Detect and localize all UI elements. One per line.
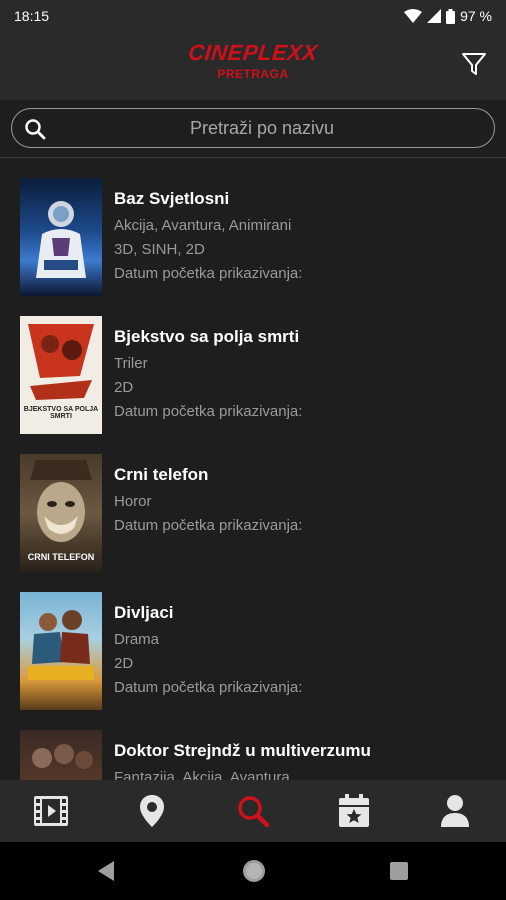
poster-art (36, 201, 86, 278)
movie-info: Crni telefon Horor Datum početka prikazi… (114, 464, 302, 538)
back-icon[interactable] (96, 860, 116, 882)
movie-formats: 2D (114, 655, 134, 672)
brand: CINEPLEXX PRETRAGA (0, 40, 506, 81)
movie-formats: 2D (114, 379, 134, 396)
movie-poster (20, 730, 102, 780)
status-bar: 18:15 97 % (0, 0, 506, 32)
user-icon (441, 795, 470, 827)
location-pin-icon (139, 795, 164, 827)
nav-profile[interactable] (405, 780, 506, 842)
cineplexx-logo: CINEPLEXX (187, 40, 319, 65)
movie-item[interactable]: Baz Svjetlosni Akcija, Avantura, Animira… (0, 158, 506, 296)
movie-poster: DIVLJACI (20, 592, 102, 710)
film-icon (33, 796, 68, 826)
movie-title: Bjekstvo sa polja smrti (114, 327, 300, 346)
wifi-icon (404, 9, 423, 23)
movie-genres: Fantazija, Akcija, Avantura (114, 769, 290, 780)
calendar-star-icon (339, 794, 370, 827)
poster-title: BJEKSTVO SA POLJA SMRTI (23, 406, 99, 420)
movie-item[interactable]: CRNI TELEFON Crni telefon Horor Datum po… (0, 434, 506, 572)
movie-title: Divljaci (114, 603, 174, 622)
battery-icon (446, 8, 456, 24)
poster-art (32, 744, 93, 769)
movie-genres: Akcija, Avantura, Animirani (114, 217, 292, 234)
movie-item[interactable]: Doktor Strejndž u multiverzumu Fantazija… (0, 710, 506, 780)
search-icon (25, 119, 46, 140)
status-time: 18:15 (14, 8, 50, 24)
movie-genres: Triler (114, 355, 148, 372)
movie-info: Doktor Strejndž u multiverzumu Fantazija… (114, 740, 371, 780)
movie-title: Crni telefon (114, 465, 209, 484)
movie-start-date: Datum početka prikazivanja: (114, 403, 303, 420)
movie-info: Baz Svjetlosni Akcija, Avantura, Animira… (114, 188, 302, 286)
nav-movies[interactable] (0, 780, 101, 842)
search-nav-icon (238, 796, 270, 828)
movie-info: Bjekstvo sa polja smrti Triler 2D Datum … (114, 326, 302, 424)
movie-title: Doktor Strejndž u multiverzumu (114, 741, 371, 760)
movie-formats: 3D, SINH, 2D (114, 241, 205, 258)
system-nav-bar (0, 842, 506, 900)
signal-icon (427, 9, 442, 23)
movie-genres: Horor (114, 493, 152, 510)
recents-icon[interactable] (390, 862, 408, 880)
movie-item[interactable]: DIVLJACI Divljaci Drama 2D Datum početka… (0, 572, 506, 710)
poster-title: CRNI TELEFON (27, 552, 95, 562)
search-area (0, 100, 506, 158)
movie-poster: CRNI TELEFON (20, 454, 102, 572)
movie-info: Divljaci Drama 2D Datum početka prikaziv… (114, 602, 302, 700)
filter-icon[interactable] (460, 50, 488, 78)
poster-art (28, 610, 94, 680)
movie-poster (20, 178, 102, 296)
movie-start-date: Datum početka prikazivanja: (114, 517, 303, 534)
status-icons: 97 % (404, 8, 492, 24)
search-input[interactable] (52, 111, 472, 145)
bottom-nav (0, 780, 506, 842)
movie-poster: BJEKSTVO SA POLJA SMRTI (20, 316, 102, 434)
home-icon[interactable] (242, 859, 266, 883)
page-title: PRETRAGA (217, 67, 289, 81)
movie-item[interactable]: BJEKSTVO SA POLJA SMRTI Bjekstvo sa polj… (0, 296, 506, 434)
movie-start-date: Datum početka prikazivanja: (114, 679, 303, 696)
app-header: CINEPLEXX PRETRAGA (0, 32, 506, 100)
poster-title: DIVLJACI (42, 667, 80, 676)
nav-locations[interactable] (101, 780, 202, 842)
nav-search[interactable] (202, 780, 303, 842)
battery-percent: 97 % (460, 8, 492, 24)
nav-calendar[interactable] (304, 780, 405, 842)
movie-genres: Drama (114, 631, 160, 648)
search-box[interactable] (11, 108, 495, 148)
movie-list: Baz Svjetlosni Akcija, Avantura, Animira… (0, 158, 506, 780)
movie-title: Baz Svjetlosni (114, 189, 230, 208)
movie-start-date: Datum početka prikazivanja: (114, 265, 303, 282)
